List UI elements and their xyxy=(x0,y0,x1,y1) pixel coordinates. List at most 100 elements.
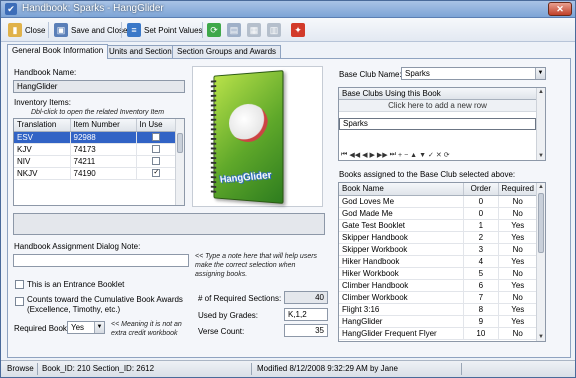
cell-item-number: 92988 xyxy=(70,131,137,144)
status-separator xyxy=(251,363,252,375)
table-row[interactable]: HangGlider Frequent Flyer 10 No xyxy=(339,327,539,340)
cell-book-name: HangGlider xyxy=(339,315,465,328)
in-use-checkbox[interactable] xyxy=(152,157,161,166)
base-club-row[interactable]: Sparks xyxy=(339,118,536,130)
scroll-down-icon[interactable]: ▼ xyxy=(537,152,545,160)
cell-order: 5 xyxy=(463,267,499,280)
cumulative-awards-checkbox[interactable] xyxy=(15,297,24,306)
base-clubs-scrollbar[interactable]: ▲ ▼ xyxy=(536,88,545,160)
print-icon[interactable]: ▤ xyxy=(227,23,241,37)
column-header-required[interactable]: Required xyxy=(498,183,539,196)
move-up-icon[interactable]: ▲ xyxy=(410,152,417,159)
column-header-order[interactable]: Order xyxy=(463,183,499,196)
first-record-icon[interactable]: ⏮ xyxy=(341,151,347,159)
table-row[interactable]: God Made Me 0 No xyxy=(339,207,539,220)
next-page-icon[interactable]: ▶▶ xyxy=(377,151,388,159)
used-by-grades-field[interactable]: K,1,2 xyxy=(284,308,328,321)
cell-required: Yes xyxy=(498,231,539,244)
next-record-icon[interactable]: ▶ xyxy=(369,151,374,159)
in-use-checkbox[interactable]: ✓ xyxy=(152,169,161,178)
table-row[interactable]: ESV 92988 xyxy=(14,131,177,144)
status-ids: Book_ID: 210 Section_ID: 2612 xyxy=(42,364,155,373)
table-row[interactable]: HangGlider 9 Yes xyxy=(339,315,539,328)
in-use-checkbox[interactable] xyxy=(152,133,161,142)
required-sections-field: 40 xyxy=(284,291,328,304)
table-row[interactable]: Hiker Workbook 5 No xyxy=(339,267,539,280)
base-clubs-using-header: Base Clubs Using this Book xyxy=(339,88,545,100)
pin-icon[interactable]: ✦ xyxy=(291,23,305,37)
table-row[interactable]: Flight 3:16 8 Yes xyxy=(339,303,539,316)
refresh-records-icon[interactable]: ⟳ xyxy=(444,151,450,159)
cell-required: No xyxy=(498,195,539,208)
scroll-down-icon[interactable]: ▼ xyxy=(537,333,545,341)
entrance-booklet-checkbox[interactable] xyxy=(15,280,24,289)
add-record-icon[interactable]: + xyxy=(398,152,402,159)
table-row[interactable]: Gate Test Booklet 1 Yes xyxy=(339,219,539,232)
cell-required: Yes xyxy=(498,303,539,316)
prev-record-icon[interactable]: ◀ xyxy=(362,151,367,159)
cell-order: 9 xyxy=(463,315,499,328)
base-club-select[interactable]: Sparks ▼ xyxy=(401,67,546,80)
table-row[interactable]: Climber Workbook 7 No xyxy=(339,291,539,304)
column-header-item-number[interactable]: Item Number xyxy=(70,119,137,132)
confirm-icon[interactable]: ✓ xyxy=(428,151,434,159)
handbook-name-field[interactable]: HangGlider xyxy=(13,80,185,93)
base-clubs-using-grid[interactable]: Base Clubs Using this Book Click here to… xyxy=(338,87,546,161)
delete-record-icon[interactable]: − xyxy=(404,152,408,159)
chevron-down-icon[interactable]: ▼ xyxy=(94,322,104,333)
column-header-translation[interactable]: Translation xyxy=(14,119,71,132)
table-row[interactable]: Skipper Workbook 3 No xyxy=(339,243,539,256)
cell-required: No xyxy=(498,291,539,304)
verse-count-field[interactable]: 35 xyxy=(284,324,328,337)
table-row[interactable]: God Loves Me 0 No xyxy=(339,195,539,208)
table-row[interactable]: Skipper Handbook 2 Yes xyxy=(339,231,539,244)
set-point-values-button[interactable]: ≡ Set Point Values xyxy=(124,21,206,39)
table-row[interactable]: NIV 74211 xyxy=(14,155,177,168)
scroll-thumb[interactable] xyxy=(538,193,544,253)
cell-required: No xyxy=(498,207,539,220)
save-and-close-button[interactable]: ▣ Save and Close xyxy=(51,21,130,39)
scroll-up-icon[interactable]: ▲ xyxy=(537,88,545,96)
prev-page-icon[interactable]: ◀◀ xyxy=(349,151,360,159)
tab-units-and-sections[interactable]: Units and Sections xyxy=(104,45,181,58)
assignment-note-input[interactable] xyxy=(13,254,189,267)
add-new-row[interactable]: Click here to add a new row xyxy=(339,100,536,112)
chevron-down-icon[interactable]: ▼ xyxy=(535,68,545,79)
cell-required: Yes xyxy=(498,219,539,232)
tab-section-groups-and-awards[interactable]: Section Groups and Awards xyxy=(172,45,282,58)
tab-general-book-information[interactable]: General Book Information xyxy=(7,44,109,59)
in-use-checkbox[interactable] xyxy=(152,145,161,154)
cell-book-name: God Loves Me xyxy=(339,195,465,208)
required-book-select[interactable]: Yes ▼ xyxy=(67,321,105,334)
inventory-scrollbar[interactable] xyxy=(175,119,184,205)
scroll-thumb[interactable] xyxy=(177,133,183,153)
cell-translation: KJV xyxy=(14,143,71,156)
refresh-icon[interactable]: ⟳ xyxy=(207,23,221,37)
columns-icon[interactable]: ▥ xyxy=(267,23,281,37)
toolbar-separator xyxy=(121,22,122,38)
cumulative-awards-label: Counts toward the Cumulative Book Awards… xyxy=(27,295,183,314)
cell-book-name: Flight 3:16 xyxy=(339,303,465,316)
table-row[interactable]: KJV 74173 xyxy=(14,143,177,156)
table-row[interactable]: NKJV 74190 ✓ xyxy=(14,167,177,180)
entrance-booklet-label: This is an Entrance Booklet xyxy=(27,280,125,289)
points-icon: ≡ xyxy=(127,23,141,37)
description-field[interactable] xyxy=(13,213,325,235)
scroll-up-icon[interactable]: ▲ xyxy=(537,183,545,191)
books-scrollbar[interactable]: ▲ ▼ xyxy=(536,183,545,341)
move-down-icon[interactable]: ▼ xyxy=(419,152,426,159)
status-separator xyxy=(37,363,38,375)
last-record-icon[interactable]: ⏭ xyxy=(390,151,396,159)
base-club-name-label: Base Club Name: xyxy=(339,70,402,79)
column-header-book-name[interactable]: Book Name xyxy=(339,183,465,196)
cell-order: 4 xyxy=(463,255,499,268)
window-close-button[interactable]: ✕ xyxy=(548,2,572,16)
books-assigned-grid[interactable]: Book Name Order Required God Loves Me 0 No… xyxy=(338,182,546,342)
table-row[interactable]: Climber Handbook 6 Yes xyxy=(339,279,539,292)
inventory-grid[interactable]: Translation Item Number In Use ESV 92988… xyxy=(13,118,185,206)
column-header-in-use[interactable]: In Use xyxy=(136,119,177,132)
close-button[interactable]: ▮ Close xyxy=(5,21,48,39)
cancel-icon[interactable]: ✕ xyxy=(436,151,442,159)
export-icon[interactable]: ▦ xyxy=(247,23,261,37)
table-row[interactable]: Hiker Handbook 4 Yes xyxy=(339,255,539,268)
